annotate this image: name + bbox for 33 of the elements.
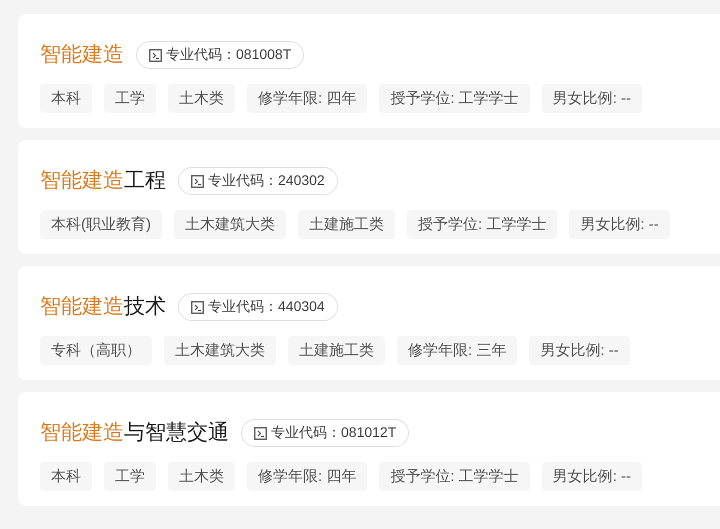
info-tag: 授予学位: 工学学士 [379, 84, 530, 113]
info-tag: 修学年限: 三年 [397, 336, 518, 365]
info-tag: 土建施工类 [288, 336, 385, 365]
major-code: 专业代码：240302 [208, 172, 325, 190]
info-tag: 土木建筑大类 [164, 336, 276, 365]
info-tag: 男女比例: -- [542, 462, 642, 491]
info-tag: 授予学位: 工学学士 [407, 210, 558, 239]
major-code: 专业代码：440304 [208, 298, 325, 316]
info-tag: 工学 [104, 462, 156, 491]
info-tag: 男女比例: -- [542, 84, 642, 113]
info-tag: 土木类 [168, 84, 235, 113]
info-tag: 土木建筑大类 [174, 210, 286, 239]
info-tag: 本科 [40, 462, 92, 491]
major-code: 专业代码：081012T [271, 424, 396, 442]
info-tag: 修学年限: 四年 [247, 462, 368, 491]
terminal-icon [191, 300, 204, 314]
info-tag: 土建施工类 [298, 210, 395, 239]
info-tag: 专科（高职） [40, 336, 152, 365]
info-tag: 授予学位: 工学学士 [379, 462, 530, 491]
terminal-icon [149, 48, 162, 62]
major-code: 专业代码：081008T [166, 46, 292, 64]
major-title[interactable]: 智能建造技术 [40, 293, 166, 321]
info-tag: 本科(职业教育) [40, 210, 162, 239]
info-tag: 男女比例: -- [569, 210, 670, 239]
major-title[interactable]: 智能建造与智慧交通 [40, 419, 229, 447]
info-tag: 修学年限: 四年 [247, 84, 368, 113]
terminal-icon [254, 426, 267, 440]
info-tag: 土木类 [168, 462, 235, 491]
major-title[interactable]: 智能建造工程 [40, 167, 166, 195]
info-tag: 男女比例: -- [529, 336, 630, 365]
terminal-icon [191, 174, 204, 188]
info-tag: 本科 [40, 84, 92, 113]
info-tag: 工学 [104, 84, 156, 113]
